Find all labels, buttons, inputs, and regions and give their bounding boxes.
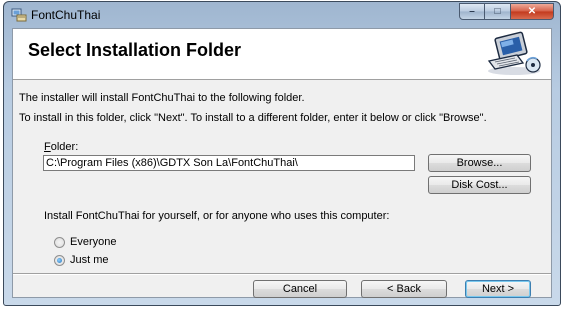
- folder-label-text: older:: [50, 141, 79, 153]
- back-button[interactable]: < Back: [361, 280, 447, 298]
- maximize-button[interactable]: □: [485, 3, 511, 20]
- close-icon: ✕: [527, 6, 537, 17]
- installer-window: FontChuThai – □ ✕ Select Installation Fo…: [3, 1, 561, 306]
- disk-cost-button[interactable]: Disk Cost...: [428, 176, 531, 194]
- cancel-button[interactable]: Cancel: [253, 280, 347, 298]
- browse-button[interactable]: Browse...: [428, 154, 531, 172]
- computer-disk-icon: [487, 31, 541, 75]
- minimize-button[interactable]: –: [459, 3, 485, 20]
- title-bar[interactable]: FontChuThai – □ ✕: [4, 2, 560, 28]
- window-title: FontChuThai: [31, 8, 101, 22]
- maximize-icon: □: [494, 6, 501, 17]
- next-button-label: Next >: [481, 283, 515, 295]
- radio-everyone[interactable]: [54, 237, 65, 248]
- intro-text: The installer will install FontChuThai t…: [19, 92, 305, 104]
- minimize-icon: –: [469, 6, 475, 17]
- folder-label-mnemonic: F: [44, 141, 51, 153]
- cancel-button-label: Cancel: [282, 283, 318, 295]
- radio-just-me[interactable]: [54, 255, 65, 266]
- next-button[interactable]: Next >: [465, 280, 531, 298]
- browse-button-label: Browse...: [456, 157, 503, 169]
- folder-label: Folder:: [44, 141, 78, 153]
- instructions-text: To install in this folder, click "Next".…: [19, 112, 487, 124]
- folder-path-input[interactable]: [43, 155, 415, 171]
- back-button-label: < Back: [387, 283, 421, 295]
- footer-divider: [13, 273, 551, 275]
- caption-buttons: – □ ✕: [459, 3, 554, 21]
- installer-app-icon: [11, 8, 27, 22]
- install-scope-question: Install FontChuThai for yourself, or for…: [44, 210, 390, 222]
- disk-cost-button-label: Disk Cost...: [451, 179, 508, 191]
- radio-just-me-label: Just me: [70, 254, 109, 266]
- page-title: Select Installation Folder: [28, 40, 242, 60]
- radio-everyone-label: Everyone: [70, 236, 117, 248]
- dialog-client-area: Select Installation Folder The installer…: [12, 28, 552, 298]
- close-button[interactable]: ✕: [511, 3, 554, 20]
- header-banner: Select Installation Folder: [13, 29, 551, 80]
